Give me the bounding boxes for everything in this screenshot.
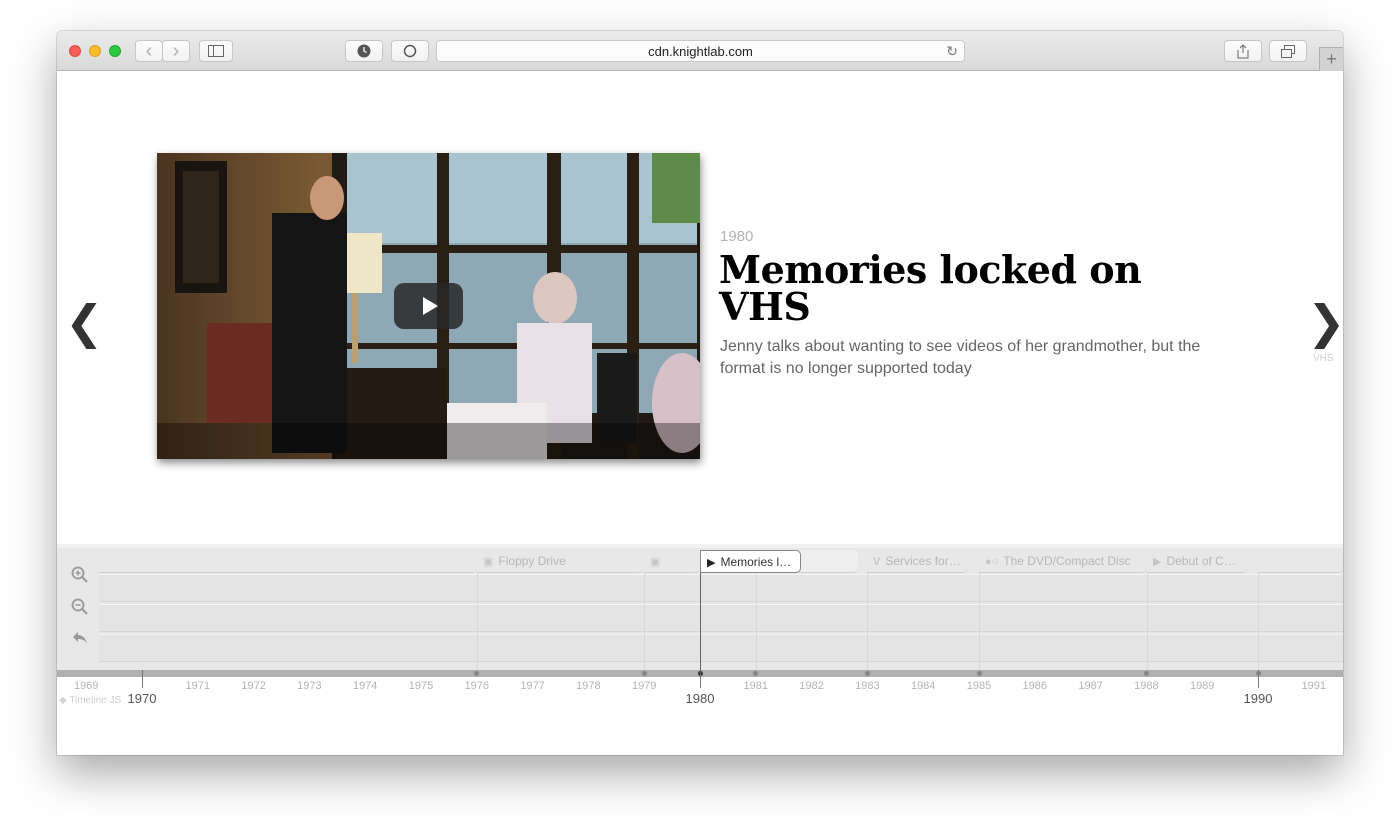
tabs-overview-button[interactable] — [1269, 40, 1307, 62]
marker-label: Services for… — [885, 554, 961, 568]
axis-year-label: 1976 — [464, 680, 490, 692]
axis-major-year-label: 1990 — [1243, 691, 1273, 706]
axis-year-label: 1989 — [1189, 680, 1215, 692]
timeline-marker[interactable] — [801, 550, 858, 573]
reload-icon[interactable]: ↻ — [946, 43, 958, 60]
timeline-marker[interactable]: ▣ — [644, 550, 700, 573]
previous-slide-button[interactable]: ❮ — [65, 299, 104, 345]
url-text: cdn.knightlab.com — [648, 43, 753, 59]
image-icon: ▣ — [650, 556, 661, 568]
axis-year-label: 1975 — [408, 680, 434, 692]
video-embed[interactable] — [157, 153, 700, 459]
history-button[interactable] — [345, 40, 383, 62]
axis-major-year-label: 1980 — [685, 691, 715, 706]
axis-year-label: 1972 — [241, 680, 266, 692]
sidebar-icon — [208, 45, 224, 57]
timeline-top-border — [57, 544, 1343, 548]
zoom-in-icon — [71, 566, 88, 583]
tabs-icon — [1281, 44, 1295, 58]
axis-year-label: 1974 — [352, 680, 378, 692]
zoom-out-icon — [71, 598, 88, 615]
zoom-controls — [59, 562, 99, 656]
axis-year-label: 1988 — [1134, 680, 1159, 692]
timeline-track-row — [99, 604, 1343, 632]
axis-year-label: 1977 — [520, 680, 545, 692]
axis-year-label: 1984 — [910, 680, 936, 692]
zoom-window-button[interactable] — [109, 45, 121, 57]
axis-year-label: 1987 — [1078, 680, 1103, 692]
axis-year-label: 1985 — [966, 680, 992, 692]
axis-year-label: 1973 — [297, 680, 322, 692]
timelinejs-brand[interactable]: ◆ Timeline JS — [59, 695, 121, 706]
marker-label: Floppy Drive — [498, 554, 566, 568]
timeline-nav: ▣ Floppy Drive ▣ V Services for… ●○ The DVD… — [57, 544, 1343, 755]
close-window-button[interactable] — [69, 45, 81, 57]
axis-event-dot — [641, 671, 647, 676]
timeline-marker-floppy-drive[interactable]: ▣ Floppy Drive — [477, 550, 644, 573]
zoom-out-button[interactable] — [69, 598, 91, 620]
timeline-marker-dvd[interactable]: ●○ The DVD/Compact Disc — [979, 550, 1147, 573]
axis-year-label: 1969 — [73, 680, 99, 692]
image-icon: ▣ — [483, 556, 494, 568]
axis-major-tick — [1258, 670, 1259, 688]
sidebar-toggle-button[interactable] — [199, 40, 233, 62]
timeline-marker[interactable] — [1258, 550, 1343, 573]
timeline-marker-memories-vhs[interactable]: ▶ Memories l… — [700, 550, 801, 573]
play-button[interactable] — [394, 283, 463, 329]
timeline-marker-debut[interactable]: ▶ Debut of C… — [1147, 550, 1247, 573]
circle-icon — [403, 44, 417, 58]
forward-icon: › — [172, 40, 180, 62]
clock-icon — [357, 44, 371, 58]
next-slide-label[interactable]: VHS — [1313, 353, 1334, 364]
slide-description: Jenny talks about wanting to see videos … — [720, 338, 1201, 377]
undo-icon — [73, 632, 87, 644]
youtube-icon: ▶ — [707, 557, 716, 569]
new-tab-button[interactable]: + — [1319, 47, 1343, 71]
address-bar[interactable]: cdn.knightlab.com ↻ — [436, 40, 965, 62]
play-icon — [423, 297, 438, 315]
minimize-window-button[interactable] — [89, 45, 101, 57]
back-button[interactable]: ‹ — [135, 40, 163, 62]
axis-event-dot — [864, 671, 870, 676]
timeline-slide: ❮ 1980 Memories locked on VHS Jenny talk… — [57, 71, 1343, 544]
zoom-in-button[interactable] — [69, 566, 91, 588]
axis-major-tick — [142, 670, 143, 688]
axis-year-label: 1982 — [799, 680, 824, 692]
timeline-marker[interactable] — [99, 550, 477, 573]
axis-year-label: 1986 — [1022, 680, 1048, 692]
marker-label: Memories l… — [720, 555, 792, 569]
axis-year-label: 1983 — [855, 680, 880, 692]
timeline-marker-services[interactable]: V Services for… — [867, 550, 968, 573]
back-icon: ‹ — [145, 40, 153, 62]
timeline-track-row — [99, 574, 1343, 602]
youtube-icon: ▶ — [1153, 556, 1162, 568]
marker-label: Debut of C… — [1166, 554, 1236, 568]
reading-button[interactable] — [391, 40, 429, 62]
axis-year-label: 1979 — [631, 680, 657, 692]
axis-event-dot — [1143, 671, 1149, 676]
share-icon — [1237, 43, 1249, 58]
axis-year-label: 1991 — [1301, 680, 1327, 692]
axis-event-dot — [976, 671, 982, 676]
axis-major-year-label: 1970 — [127, 691, 157, 706]
axis-year-label: 1981 — [743, 680, 769, 692]
back-to-start-button[interactable] — [69, 630, 91, 652]
vimeo-icon: V — [873, 556, 881, 568]
slide-date: 1980 — [720, 228, 754, 245]
marker-label: The DVD/Compact Disc — [1003, 554, 1131, 568]
timelinejs-label: Timeline JS — [69, 695, 122, 706]
timeline-track-row — [99, 634, 1343, 662]
next-slide-button[interactable]: ❯ — [1307, 299, 1343, 345]
axis-year-label: 1971 — [185, 680, 211, 692]
browser-window: ‹ › cdn.knightlab.com ↻ + ❮ 1980 Memorie… — [57, 31, 1343, 755]
forward-button[interactable]: › — [162, 40, 190, 62]
slide-headline: Memories locked on VHS — [719, 247, 1142, 329]
timelinejs-logo-icon: ◆ — [59, 695, 67, 706]
flickr-icon: ●○ — [985, 556, 999, 568]
browser-toolbar: ‹ › cdn.knightlab.com ↻ + — [57, 31, 1343, 71]
share-button[interactable] — [1224, 40, 1262, 62]
axis-year-label: 1978 — [576, 680, 601, 692]
